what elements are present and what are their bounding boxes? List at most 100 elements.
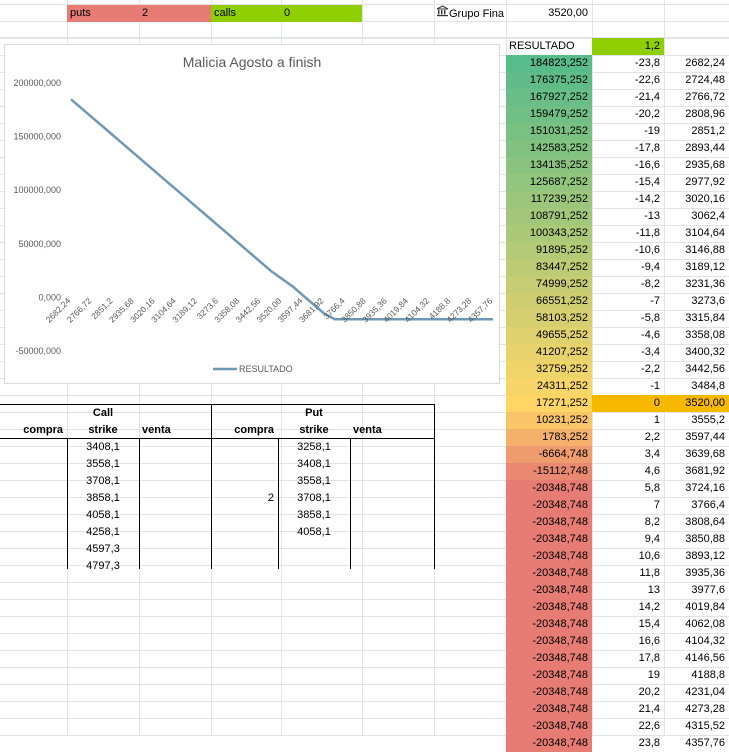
call-compra-cell[interactable]: [0, 541, 67, 558]
resultado-cell[interactable]: 74999,252: [506, 276, 592, 293]
put-venta-header[interactable]: venta: [350, 422, 422, 439]
pct-cell[interactable]: 22,6: [592, 718, 664, 735]
pct-cell[interactable]: -3,4: [592, 344, 664, 361]
put-venta-cell[interactable]: [350, 456, 422, 473]
put-compra-cell[interactable]: [211, 558, 278, 575]
price-value-cell[interactable]: 3520,00: [506, 5, 592, 22]
call-compra-cell[interactable]: [0, 507, 67, 524]
resultado-cell[interactable]: 159479,252: [506, 106, 592, 123]
pct-cell[interactable]: 17,8: [592, 650, 664, 667]
precio-cell[interactable]: 3977,6: [664, 582, 729, 599]
precio-cell[interactable]: 3400,32: [664, 344, 729, 361]
precio-cell[interactable]: 4062,08: [664, 616, 729, 633]
call-strike-header[interactable]: strike: [67, 422, 139, 439]
resultado-cell[interactable]: -20348,748: [506, 684, 592, 701]
precio-cell[interactable]: 4231,04: [664, 684, 729, 701]
precio-cell[interactable]: 3766,4: [664, 497, 729, 514]
resultado-cell[interactable]: 176375,252: [506, 72, 592, 89]
resultado-cell[interactable]: 10231,252: [506, 412, 592, 429]
call-compra-cell[interactable]: [0, 473, 67, 490]
resultado-cell[interactable]: 142583,252: [506, 140, 592, 157]
call-venta-cell[interactable]: [139, 558, 211, 575]
result-chart[interactable]: Malicia Agosto a finish 200000,000 150000,…: [4, 44, 500, 384]
call-compra-cell[interactable]: [0, 456, 67, 473]
precio-cell[interactable]: 2808,96: [664, 106, 729, 123]
pct-cell[interactable]: 2,2: [592, 429, 664, 446]
resultado-cell[interactable]: -15112,748: [506, 463, 592, 480]
calls-value-cell[interactable]: 0: [281, 5, 362, 22]
precio-cell[interactable]: 3315,84: [664, 310, 729, 327]
pct-cell[interactable]: -9,4: [592, 259, 664, 276]
resultado-cell[interactable]: -20348,748: [506, 599, 592, 616]
pct-cell[interactable]: -4,6: [592, 327, 664, 344]
call-compra-cell[interactable]: [0, 558, 67, 575]
precio-cell[interactable]: 3597,44: [664, 429, 729, 446]
precio-cell[interactable]: 3104,64: [664, 225, 729, 242]
resultado-cell[interactable]: -20348,748: [506, 667, 592, 684]
precio-cell[interactable]: 3724,16: [664, 480, 729, 497]
pct-cell[interactable]: -14,2: [592, 191, 664, 208]
put-venta-cell[interactable]: [350, 490, 422, 507]
put-venta-cell[interactable]: [350, 439, 422, 456]
resultado-cell[interactable]: -20348,748: [506, 718, 592, 735]
call-venta-cell[interactable]: [139, 524, 211, 541]
resultado-cell[interactable]: -20348,748: [506, 514, 592, 531]
call-venta-cell[interactable]: [139, 439, 211, 456]
put-compra-cell[interactable]: [211, 524, 278, 541]
resultado-cell[interactable]: 100343,252: [506, 225, 592, 242]
precio-cell[interactable]: 2977,92: [664, 174, 729, 191]
pct-cell[interactable]: -5,8: [592, 310, 664, 327]
resultado-cell[interactable]: -20348,748: [506, 548, 592, 565]
precio-cell[interactable]: 4273,28: [664, 701, 729, 718]
resultado-cell[interactable]: 49655,252: [506, 327, 592, 344]
pct-cell[interactable]: 4,6: [592, 463, 664, 480]
precio-cell[interactable]: 3555,2: [664, 412, 729, 429]
pct-cell[interactable]: 5,8: [592, 480, 664, 497]
call-compra-cell[interactable]: [0, 439, 67, 456]
precio-cell[interactable]: 3935,36: [664, 565, 729, 582]
resultado-cell[interactable]: 108791,252: [506, 208, 592, 225]
pct-cell[interactable]: -10,6: [592, 242, 664, 259]
header-resultado[interactable]: RESULTADO: [506, 38, 592, 55]
put-strike-cell[interactable]: [278, 558, 350, 575]
precio-cell[interactable]: 4104,32: [664, 633, 729, 650]
resultado-cell[interactable]: 125687,252: [506, 174, 592, 191]
precio-cell[interactable]: 3231,36: [664, 276, 729, 293]
put-compra-cell[interactable]: [211, 507, 278, 524]
call-strike-cell[interactable]: 4797,3: [67, 558, 139, 575]
precio-cell[interactable]: 3273,6: [664, 293, 729, 310]
put-venta-cell[interactable]: [350, 473, 422, 490]
resultado-cell[interactable]: 91895,252: [506, 242, 592, 259]
put-compra-cell[interactable]: [211, 439, 278, 456]
pct-cell[interactable]: 20,2: [592, 684, 664, 701]
put-strike-cell[interactable]: 3858,1: [278, 507, 350, 524]
group-cell[interactable]: Grupo Fina: [434, 5, 506, 22]
put-title[interactable]: Put: [278, 405, 350, 422]
precio-cell[interactable]: 2766,72: [664, 89, 729, 106]
pct-cell[interactable]: 3,4: [592, 446, 664, 463]
resultado-cell[interactable]: -20348,748: [506, 633, 592, 650]
resultado-cell[interactable]: 17271,252: [506, 395, 592, 412]
pct-cell[interactable]: -7: [592, 293, 664, 310]
resultado-cell[interactable]: -6664,748: [506, 446, 592, 463]
puts-value-cell[interactable]: 2: [139, 5, 211, 22]
resultado-cell[interactable]: -20348,748: [506, 480, 592, 497]
put-strike-cell[interactable]: 3258,1: [278, 439, 350, 456]
put-venta-cell[interactable]: [350, 558, 422, 575]
call-strike-cell[interactable]: 3858,1: [67, 490, 139, 507]
precio-cell[interactable]: 3639,68: [664, 446, 729, 463]
pct-cell[interactable]: 16,6: [592, 633, 664, 650]
put-strike-cell[interactable]: 3708,1: [278, 490, 350, 507]
precio-cell[interactable]: 4315,52: [664, 718, 729, 735]
pct-cell[interactable]: -13: [592, 208, 664, 225]
pct-cell[interactable]: -11,8: [592, 225, 664, 242]
resultado-cell[interactable]: -20348,748: [506, 701, 592, 718]
call-strike-cell[interactable]: 4058,1: [67, 507, 139, 524]
pct-cell[interactable]: 14,2: [592, 599, 664, 616]
call-venta-cell[interactable]: [139, 456, 211, 473]
pct-cell[interactable]: 1: [592, 412, 664, 429]
pct-cell[interactable]: 7: [592, 497, 664, 514]
pct-cell[interactable]: 13: [592, 582, 664, 599]
resultado-cell[interactable]: 151031,252: [506, 123, 592, 140]
precio-cell[interactable]: 2682,24: [664, 55, 729, 72]
